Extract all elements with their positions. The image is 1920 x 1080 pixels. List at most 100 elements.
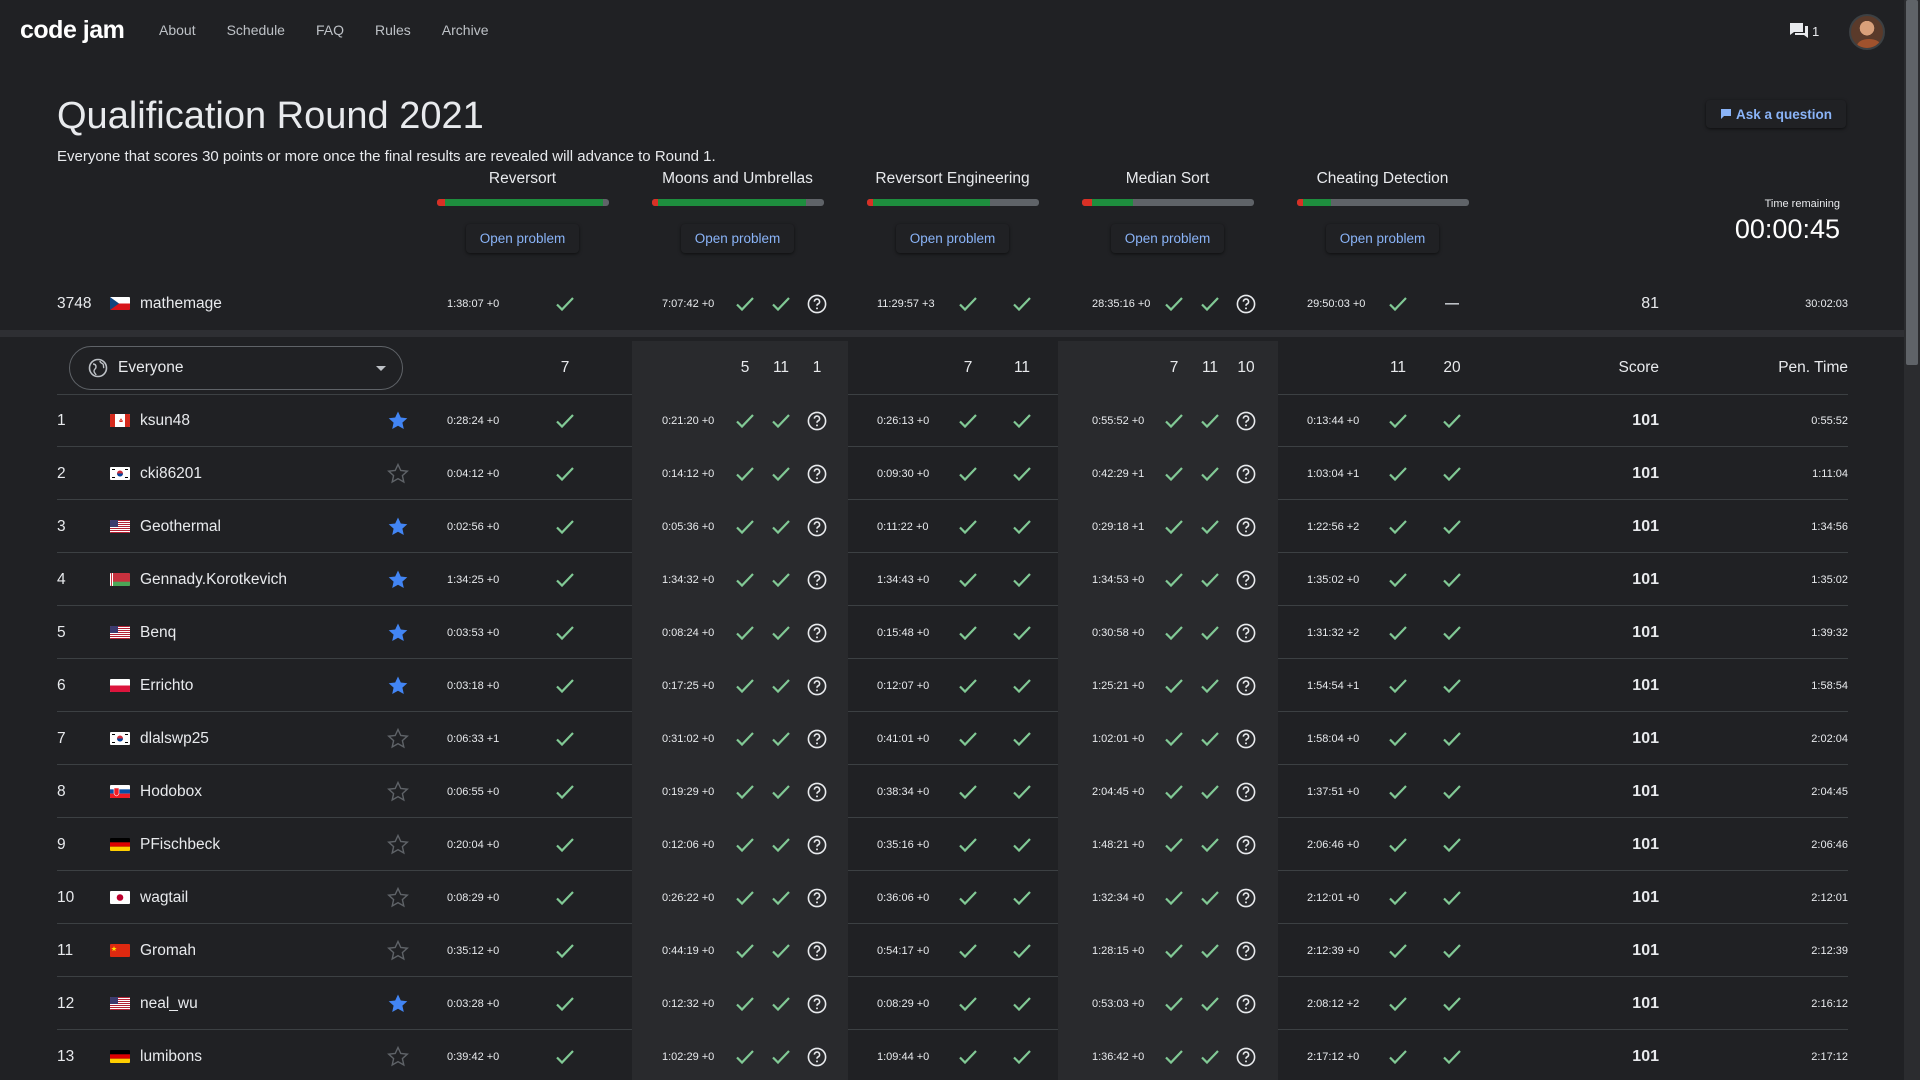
help-circle-icon[interactable] — [805, 500, 829, 553]
star-outline-icon[interactable] — [387, 1030, 409, 1080]
table-row[interactable]: 5 Benq 0:03:53 +0 0:08:24 +0 0:15:48 +0 0:30:… — [57, 606, 1848, 659]
star-filled-icon[interactable] — [387, 977, 409, 1030]
help-circle-icon[interactable] — [805, 606, 829, 659]
table-row[interactable]: 9 PFischbeck 0:20:04 +0 0:12:06 +0 0:35:16 +… — [57, 818, 1848, 871]
contestant-name[interactable]: Benq — [140, 606, 176, 659]
help-circle-icon[interactable] — [1234, 818, 1258, 871]
star-filled-icon[interactable] — [387, 500, 409, 553]
contestant-name[interactable]: PFischbeck — [140, 818, 220, 871]
help-circle-icon[interactable] — [805, 924, 829, 977]
contestant-name[interactable]: Hodobox — [140, 765, 202, 818]
star-filled-icon[interactable] — [387, 553, 409, 606]
help-circle-icon[interactable] — [1234, 659, 1258, 712]
score: 101 — [1632, 517, 1659, 535]
help-circle-icon[interactable] — [1234, 1030, 1258, 1080]
contestant-name[interactable]: ksun48 — [140, 394, 190, 447]
nav-rules[interactable]: Rules — [375, 22, 411, 38]
help-circle-icon[interactable] — [805, 712, 829, 765]
problem-name: Median Sort — [1125, 170, 1210, 187]
help-circle-icon[interactable] — [805, 659, 829, 712]
check-icon — [1162, 659, 1186, 712]
help-circle-icon[interactable] — [1234, 277, 1258, 330]
scrollbar-thumb[interactable] — [1906, 0, 1918, 365]
contestant-name[interactable]: Gennady.Korotkevich — [140, 553, 287, 606]
contestant-name[interactable]: neal_wu — [140, 977, 198, 1030]
help-circle-icon[interactable] — [1234, 871, 1258, 924]
help-circle-icon[interactable] — [1234, 924, 1258, 977]
table-row[interactable]: 4 Gennady.Korotkevich 1:34:25 +0 1:34:32 +0… — [57, 553, 1848, 606]
contestant-name[interactable]: Gromah — [140, 924, 196, 977]
check-icon — [1386, 977, 1410, 1030]
star-filled-icon[interactable] — [387, 659, 409, 712]
avatar[interactable] — [1849, 14, 1885, 50]
help-circle-icon[interactable] — [1234, 447, 1258, 500]
contestant-name[interactable]: wagtail — [140, 871, 188, 924]
check-icon — [956, 712, 980, 765]
ask-question-label: Ask a question — [1736, 106, 1833, 122]
country-flag-icon — [110, 785, 130, 798]
contestant-name[interactable]: dlalswp25 — [140, 712, 209, 765]
star-filled-icon[interactable] — [387, 606, 409, 659]
penalty-time: 1:35:02 — [1811, 573, 1848, 586]
check-icon — [1440, 606, 1464, 659]
help-circle-icon[interactable] — [805, 1030, 829, 1080]
help-circle-icon[interactable] — [1234, 765, 1258, 818]
help-circle-icon[interactable] — [1234, 394, 1258, 447]
star-outline-icon[interactable] — [387, 447, 409, 500]
nav-about[interactable]: About — [159, 22, 196, 38]
contestant-name[interactable]: mathemage — [140, 277, 222, 330]
contestant-name[interactable]: lumibons — [140, 1030, 202, 1080]
table-row[interactable]: 11 Gromah 0:35:12 +0 0:44:19 +0 0:54:17 +0 1:… — [57, 924, 1848, 977]
table-row[interactable]: 2 cki86201 0:04:12 +0 0:14:12 +0 0:09:30 +0 0… — [57, 447, 1848, 500]
open-problem-button[interactable]: Open problem — [1325, 224, 1440, 253]
table-row[interactable]: 1 ksun48 0:28:24 +0 0:21:20 +0 0:26:13 +0 0:5… — [57, 394, 1848, 447]
open-problem-button[interactable]: Open problem — [895, 224, 1010, 253]
help-circle-icon[interactable] — [805, 394, 829, 447]
solve-time: 1:31:32 +2 — [1307, 626, 1360, 639]
open-problem-button[interactable]: Open problem — [465, 224, 580, 253]
filter-dropdown[interactable]: Everyone — [69, 346, 403, 390]
help-circle-icon[interactable] — [1234, 500, 1258, 553]
solve-time: 1:34:43 +0 — [877, 573, 930, 586]
notifications-button[interactable]: 1 — [1788, 21, 1819, 41]
help-circle-icon[interactable] — [1234, 977, 1258, 1030]
solve-time: 1:34:25 +0 — [447, 573, 500, 586]
penalty-time: 30:02:03 — [1805, 297, 1848, 310]
help-circle-icon[interactable] — [805, 977, 829, 1030]
help-circle-icon[interactable] — [1234, 606, 1258, 659]
star-outline-icon[interactable] — [387, 818, 409, 871]
help-circle-icon[interactable] — [805, 818, 829, 871]
ask-question-button[interactable]: Ask a question — [1706, 100, 1847, 128]
help-circle-icon[interactable] — [805, 277, 829, 330]
star-filled-icon[interactable] — [387, 394, 409, 447]
help-circle-icon[interactable] — [1234, 553, 1258, 606]
help-circle-icon[interactable] — [805, 553, 829, 606]
nav-archive[interactable]: Archive — [442, 22, 489, 38]
help-circle-icon[interactable] — [805, 871, 829, 924]
table-row[interactable]: 8 Hodobox 0:06:55 +0 0:19:29 +0 0:38:34 +0 2:… — [57, 765, 1848, 818]
nav-schedule[interactable]: Schedule — [227, 22, 285, 38]
table-row[interactable]: 10 wagtail 0:08:29 +0 0:26:22 +0 0:36:06 +0 1… — [57, 871, 1848, 924]
table-row[interactable]: 12 neal_wu 0:03:28 +0 0:12:32 +0 0:08:29 +0 0… — [57, 977, 1848, 1030]
table-row[interactable]: 3 Geothermal 0:02:56 +0 0:05:36 +0 0:11:22 +… — [57, 500, 1848, 553]
help-circle-icon[interactable] — [805, 765, 829, 818]
contestant-name[interactable]: Errichto — [140, 659, 193, 712]
help-circle-icon[interactable] — [805, 447, 829, 500]
contestant-name[interactable]: cki86201 — [140, 447, 202, 500]
solve-time: 0:08:24 +0 — [662, 626, 715, 639]
open-problem-button[interactable]: Open problem — [1110, 224, 1225, 253]
table-row[interactable]: 6 Errichto 0:03:18 +0 0:17:25 +0 0:12:07 +0 1… — [57, 659, 1848, 712]
logo[interactable]: code jam — [20, 16, 125, 45]
star-outline-icon[interactable] — [387, 924, 409, 977]
table-row[interactable]: 13 lumibons 0:39:42 +0 1:02:29 +0 1:09:44 +0… — [57, 1030, 1848, 1080]
help-circle-icon[interactable] — [1234, 712, 1258, 765]
star-outline-icon[interactable] — [387, 712, 409, 765]
contestant-name[interactable]: Geothermal — [140, 500, 221, 553]
scrollbar[interactable] — [1904, 0, 1920, 1080]
country-flag-icon — [110, 891, 130, 904]
table-row[interactable]: 7 dlalswp25 0:06:33 +1 0:31:02 +0 0:41:01 +0… — [57, 712, 1848, 765]
open-problem-button[interactable]: Open problem — [680, 224, 795, 253]
star-outline-icon[interactable] — [387, 765, 409, 818]
nav-faq[interactable]: FAQ — [316, 22, 344, 38]
star-outline-icon[interactable] — [387, 871, 409, 924]
